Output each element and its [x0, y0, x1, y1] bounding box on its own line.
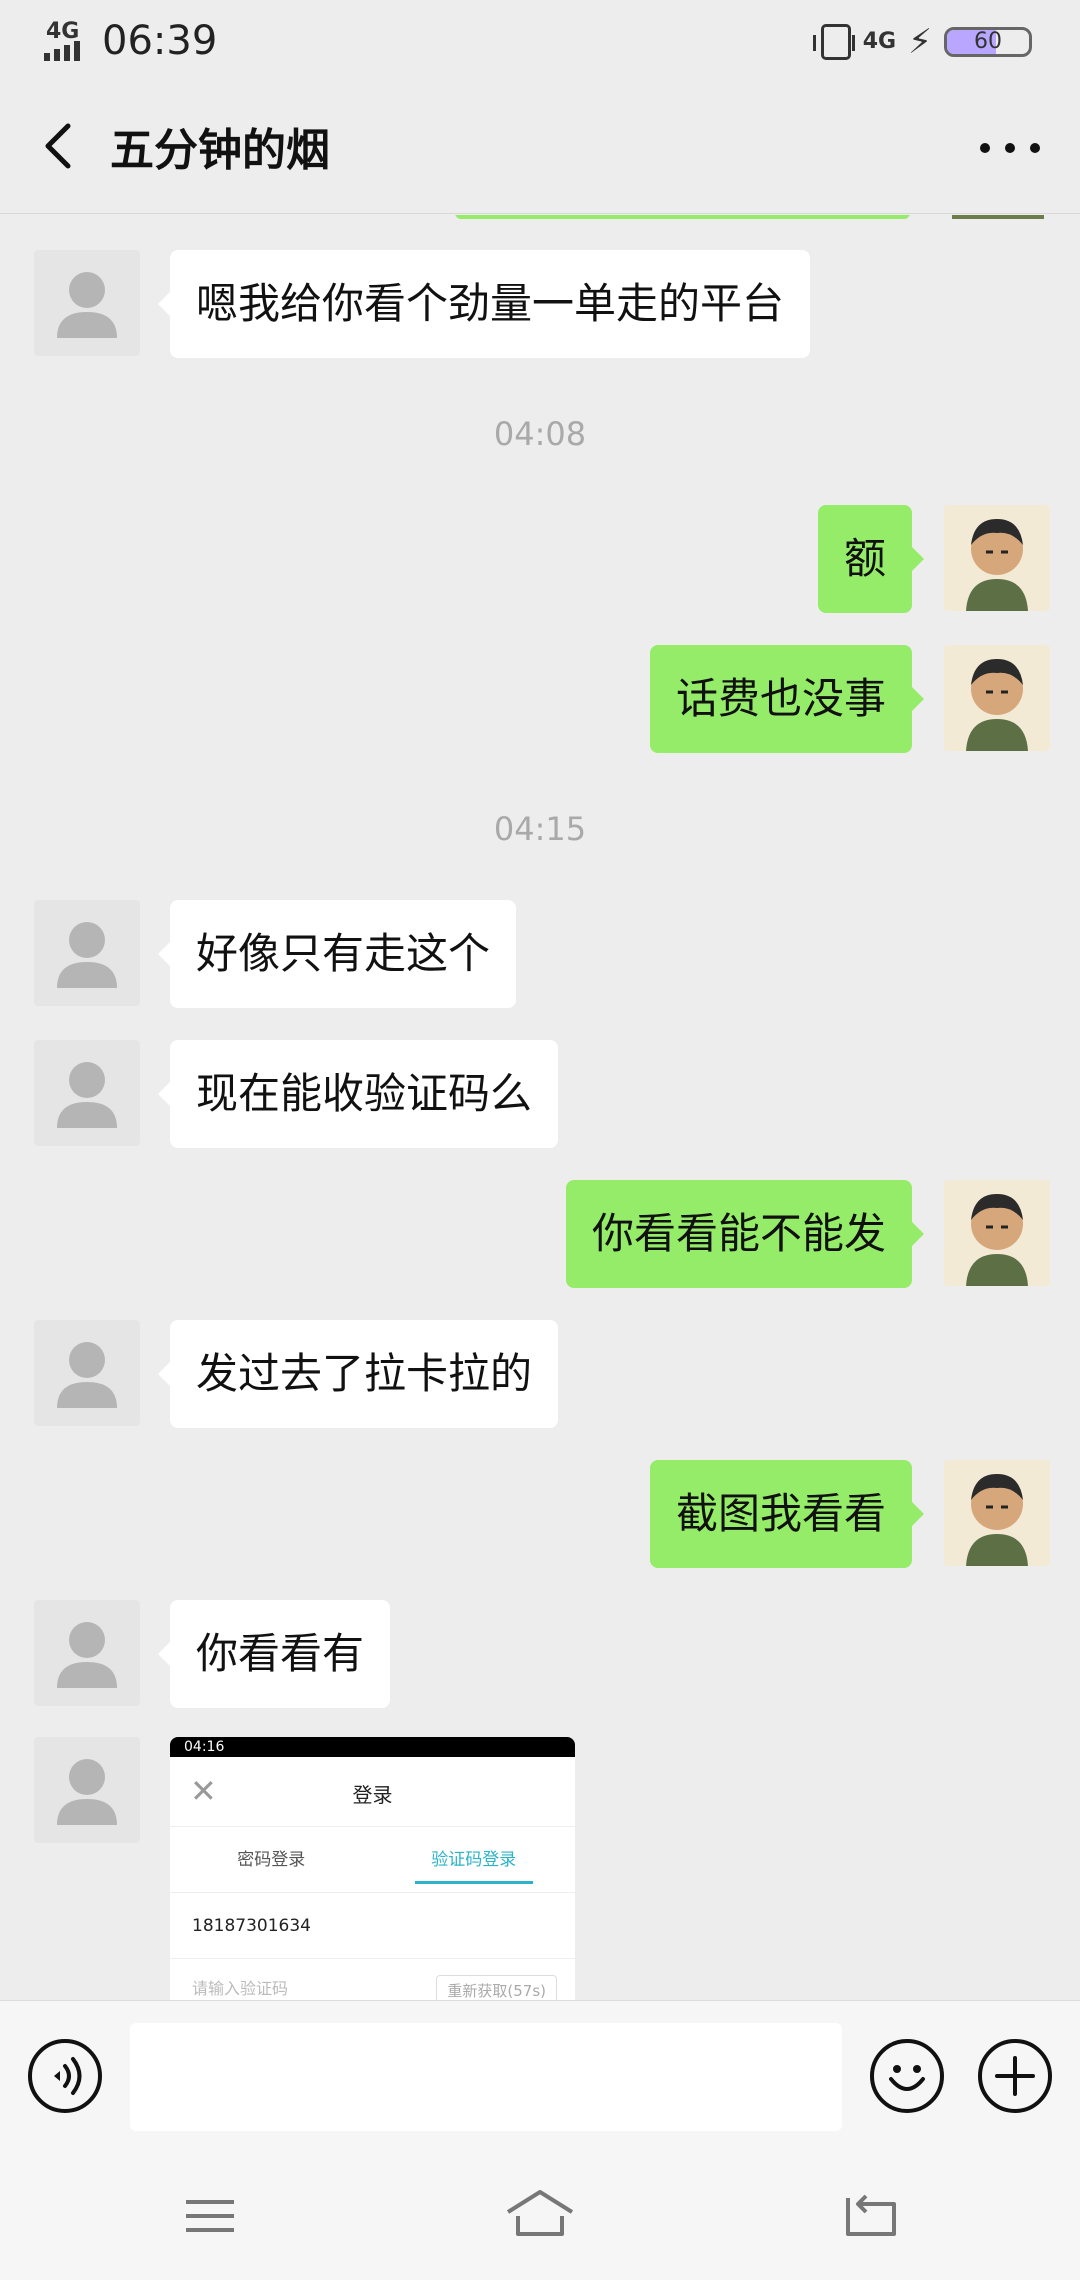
nav-back-button[interactable] [830, 2182, 910, 2252]
shot-status-time: 04:16 [184, 1739, 225, 1755]
shot-tab-password: 密码登录 [237, 1850, 306, 1870]
message-bubble-incoming[interactable]: 你看看有 [157, 1600, 391, 1708]
message-bubble-outgoing[interactable]: 话费也没事 [649, 645, 925, 753]
contact-avatar[interactable] [34, 250, 140, 356]
vibrate-icon [812, 24, 855, 60]
emoji-icon [889, 2065, 925, 2091]
contact-avatar[interactable] [34, 900, 140, 1006]
my-avatar[interactable] [944, 1460, 1050, 1566]
contact-avatar[interactable] [34, 1600, 140, 1706]
shot-code-placeholder: 请输入验证码 [192, 1979, 289, 1998]
message-bubble-outgoing[interactable]: 你看看能不能发 [565, 1180, 925, 1288]
message-input[interactable] [130, 2023, 842, 2131]
back-button[interactable] [30, 116, 90, 176]
message-bubble-incoming[interactable]: 嗯我给你看个劲量一单走的平台 [157, 250, 811, 358]
more-button[interactable] [980, 130, 1040, 166]
message-bubble-outgoing[interactable]: 额 [817, 505, 925, 613]
shot-header: ✕ 登录 [170, 1757, 575, 1827]
default-avatar-icon [57, 1342, 117, 1408]
message-timestamp: 04:15 [493, 810, 587, 848]
message-timestamp: 04:08 [493, 415, 587, 453]
system-nav-bar [0, 2152, 1080, 2280]
message-list[interactable]: 嗯我给你看个劲量一单走的平台 04:08 额 话费也没事 04:15 好像只有走… [0, 215, 1080, 2000]
default-avatar-icon [57, 1622, 117, 1688]
plus-icon [995, 2056, 1035, 2096]
home-icon [506, 2190, 574, 2236]
shot-code-field: 请输入验证码 重新获取(57s) [170, 1959, 575, 2000]
signal-icon: 4G [44, 19, 92, 63]
shot-phone: 18187301634 [170, 1893, 575, 1959]
my-avatar[interactable] [944, 645, 1050, 751]
image-message[interactable]: 04:16 ✕ 登录 密码登录 验证码登录 18187301634 请输入验证码… [170, 1737, 575, 2000]
shot-resend: 重新获取(57s) [436, 1975, 557, 2000]
input-bar [0, 2000, 1080, 2152]
menu-icon [186, 2200, 234, 2232]
status-bar: 4G 06:39 4G ⚡ 60 [0, 0, 1080, 86]
battery-level: 60 [974, 29, 1002, 54]
voice-button[interactable] [28, 2039, 102, 2113]
default-avatar-icon [57, 1062, 117, 1128]
more-dots-icon [980, 143, 990, 153]
back-arrow-icon [45, 123, 71, 169]
my-avatar-partial[interactable] [952, 215, 1044, 219]
nav-menu-button[interactable] [170, 2182, 250, 2252]
contact-avatar[interactable] [34, 1737, 140, 1843]
status-time: 06:39 [102, 18, 218, 64]
message-bubble-incoming[interactable]: 发过去了拉卡拉的 [157, 1320, 559, 1428]
default-avatar-icon [57, 272, 117, 338]
plus-button[interactable] [978, 2039, 1052, 2113]
shot-title: 登录 [352, 1783, 393, 1807]
contact-avatar[interactable] [34, 1040, 140, 1146]
my-avatar[interactable] [944, 1180, 1050, 1286]
network-type-right: 4G [862, 29, 897, 54]
cartoon-avatar-icon [944, 1460, 1050, 1566]
back-icon [846, 2194, 896, 2236]
chat-header: 五分钟的烟 [0, 86, 1080, 214]
chat-title: 五分钟的烟 [110, 125, 330, 176]
shot-tab-code: 验证码登录 [373, 1827, 576, 1892]
cartoon-avatar-icon [944, 645, 1050, 751]
voice-icon [54, 2057, 82, 2095]
message-bubble-outgoing[interactable]: 截图我看看 [649, 1460, 925, 1568]
battery-icon: 60 [944, 27, 1032, 57]
status-left: 4G 06:39 [44, 18, 217, 64]
charging-icon: ⚡ [908, 22, 932, 62]
message-bubble-incoming[interactable]: 现在能收验证码么 [157, 1040, 559, 1148]
status-right: 4G ⚡ 60 [812, 22, 1032, 62]
nav-home-button[interactable] [500, 2182, 580, 2252]
my-avatar[interactable] [944, 505, 1050, 611]
emoji-button[interactable] [870, 2039, 944, 2113]
cartoon-avatar-icon [944, 1180, 1050, 1286]
cartoon-avatar-icon [944, 505, 1050, 611]
message-bubble-incoming[interactable]: 好像只有走这个 [157, 900, 517, 1008]
default-avatar-icon [57, 1759, 117, 1825]
shot-status-bar: 04:16 [170, 1737, 575, 1757]
contact-avatar[interactable] [34, 1320, 140, 1426]
message-bubble-partial[interactable] [455, 215, 910, 219]
shot-tabs: 密码登录 验证码登录 [170, 1827, 575, 1893]
default-avatar-icon [57, 922, 117, 988]
